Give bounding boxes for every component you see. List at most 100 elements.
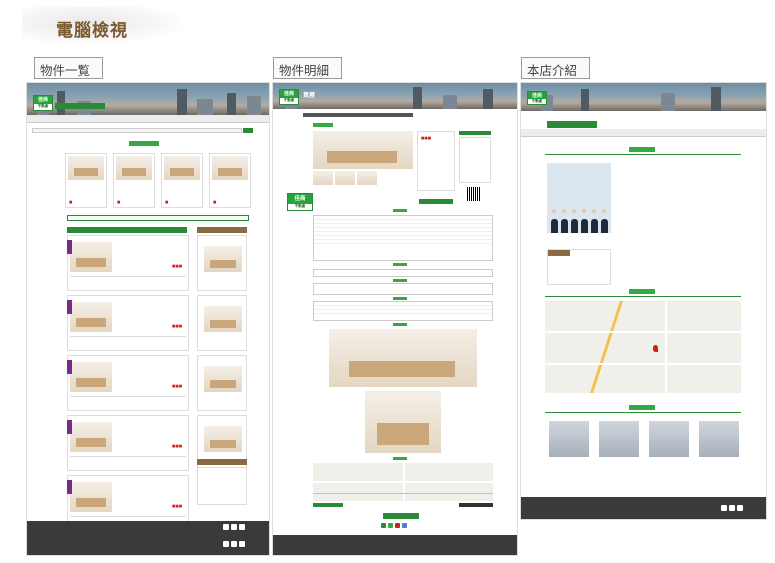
line-icon[interactable] [737, 505, 743, 511]
main-photo[interactable] [313, 131, 413, 169]
featured-card[interactable]: ■ [113, 153, 155, 208]
line-icon[interactable] [239, 541, 245, 547]
label-property-list: 物件一覧 [34, 57, 103, 79]
list-item[interactable]: ■■■ [67, 235, 189, 291]
list-item[interactable]: ■■■ [67, 415, 189, 471]
main-nav [521, 129, 766, 137]
site-footer [521, 497, 766, 519]
list-header [67, 227, 187, 233]
inquiry-button[interactable] [383, 513, 419, 519]
nav-item[interactable] [27, 115, 35, 119]
twitter-icon[interactable] [402, 523, 407, 528]
side-card[interactable] [197, 235, 247, 291]
page-header: 電腦檢視 [22, 6, 182, 46]
qr-code-icon [467, 187, 481, 201]
gallery-photo[interactable] [329, 329, 477, 387]
site-footer [27, 521, 269, 555]
print-button[interactable] [459, 503, 493, 507]
store-info-box [547, 249, 611, 285]
thumb-photo[interactable] [357, 171, 377, 185]
property-thumb[interactable] [599, 421, 639, 457]
thumb-photo[interactable] [335, 171, 355, 185]
store-map[interactable] [545, 301, 741, 393]
city-banner [27, 83, 269, 115]
store-name-bar [547, 121, 597, 128]
property-thumb[interactable] [549, 421, 589, 457]
site-logo[interactable]: 佳商 不動產 [279, 89, 299, 105]
gallery-photo[interactable] [365, 391, 441, 453]
spec-table [313, 215, 493, 261]
side-card[interactable] [197, 295, 247, 351]
staff-photo [547, 163, 611, 233]
contact-button[interactable] [459, 131, 491, 135]
rank-badge [67, 240, 72, 254]
panel-store-intro: 佳商 不動產 [520, 82, 767, 520]
featured-card[interactable]: ■ [209, 153, 251, 208]
panel-property-list: 佳商 不動產 ■ ■ ■ ■ ■■■ ■■■ ■■■ ■■■ ■■■ [26, 82, 270, 556]
section-tab[interactable] [629, 147, 655, 152]
tab-detail[interactable] [313, 123, 333, 127]
property-title [303, 113, 413, 117]
featured-card[interactable]: ■ [161, 153, 203, 208]
feature-table [313, 269, 493, 277]
site-logo[interactable]: 佳商 不動產 [527, 91, 547, 105]
facebook-icon[interactable] [721, 505, 727, 511]
facebook-icon[interactable] [381, 523, 386, 528]
label-store-intro: 本店介紹 [521, 57, 590, 79]
facebook-icon[interactable] [223, 541, 229, 547]
section-tab[interactable] [129, 141, 159, 146]
section-title: 買屋 [303, 93, 316, 99]
twitter-icon[interactable] [231, 541, 237, 547]
history-table [313, 301, 493, 321]
section-label [393, 209, 407, 212]
section-label [393, 297, 407, 300]
agent-box [459, 137, 491, 183]
share-icons[interactable] [381, 523, 421, 528]
property-thumb[interactable] [649, 421, 689, 457]
category-list[interactable] [197, 467, 247, 505]
list-item[interactable]: ■■■ [67, 355, 189, 411]
label-property-detail: 物件明細 [273, 57, 342, 79]
store-name-bar [55, 103, 105, 109]
rank-badge [67, 420, 72, 434]
thumb-photo[interactable] [313, 171, 333, 185]
side-header [197, 227, 247, 233]
store-description [621, 163, 741, 273]
section-tab[interactable] [629, 289, 655, 294]
section-label [393, 323, 407, 326]
transport-table [313, 283, 493, 295]
map-pin-icon [653, 345, 658, 352]
mail-icon[interactable] [395, 523, 400, 528]
location-map[interactable] [313, 463, 493, 501]
rank-badge [67, 300, 72, 314]
rank-badge [67, 360, 72, 374]
section-label [393, 457, 407, 460]
facebook-icon[interactable] [223, 524, 229, 530]
phone-button[interactable] [419, 199, 453, 204]
search-button[interactable] [243, 128, 253, 133]
site-logo[interactable]: 佳商 不動產 [33, 95, 53, 111]
section-label [393, 263, 407, 266]
main-nav [27, 115, 269, 123]
site-footer [273, 535, 517, 555]
price-box: ■■■ [417, 131, 455, 191]
page-title: 電腦檢視 [56, 21, 128, 40]
twitter-icon[interactable] [729, 505, 735, 511]
panel-property-detail: 佳商 不動產 買屋 ■■■ 佳商 不動產 [272, 82, 518, 556]
line-icon[interactable] [239, 524, 245, 530]
side-category-header [197, 459, 247, 465]
notice-bar [67, 215, 249, 221]
property-thumb[interactable] [699, 421, 739, 457]
line-icon[interactable] [388, 523, 393, 528]
twitter-icon[interactable] [231, 524, 237, 530]
city-banner [521, 83, 766, 111]
search-bar[interactable] [32, 128, 242, 133]
agent-logo: 佳商 不動產 [287, 193, 313, 211]
section-tab[interactable] [629, 405, 655, 410]
section-label [393, 279, 407, 282]
map-button[interactable] [313, 503, 343, 507]
featured-card[interactable]: ■ [65, 153, 107, 208]
list-item[interactable]: ■■■ [67, 295, 189, 351]
rank-badge [67, 480, 72, 494]
side-card[interactable] [197, 355, 247, 411]
